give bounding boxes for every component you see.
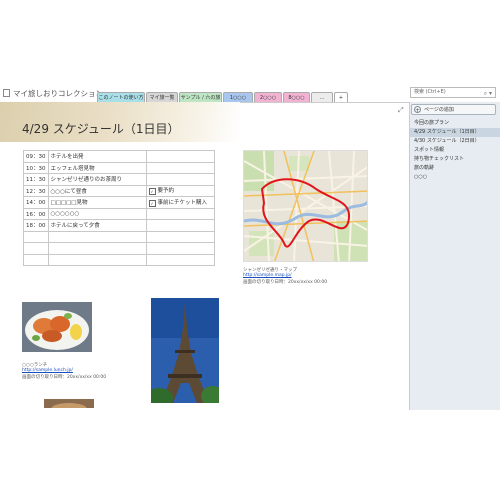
section-tab[interactable]: 2○○○: [254, 92, 282, 102]
schedule-row[interactable]: [23, 230, 215, 243]
notebook-icon: [3, 89, 10, 97]
add-page-label: ページの追加: [424, 107, 454, 113]
schedule-activity[interactable]: シャンゼリゼ通りのお茶周り: [47, 173, 147, 186]
schedule-time[interactable]: 18：00: [23, 219, 49, 232]
search-input[interactable]: 検索 (Ctrl+E) ⌕ ▾: [410, 87, 496, 98]
schedule-activity[interactable]: エッフェル塔見物: [47, 161, 147, 174]
schedule-note[interactable]: [145, 161, 215, 174]
notebook-selector[interactable]: マイ旅しおりコレクション ▾: [3, 88, 109, 99]
schedule-row[interactable]: 14：00 □□□□□見物 ✓ 事前にチケット購入: [23, 196, 215, 209]
page-list-item[interactable]: 4/29 スケジュール（1日目）: [410, 128, 500, 137]
lunch-graphic: [22, 302, 92, 352]
section-tab[interactable]: このノートの使い方: [97, 92, 145, 102]
notebook-title: マイ旅しおりコレクション: [13, 89, 103, 98]
add-page-button[interactable]: + ページの追加: [411, 104, 496, 115]
map-graphic: [244, 151, 367, 261]
eiffel-tower-photo[interactable]: [151, 298, 219, 403]
page-title[interactable]: 4/29 スケジュール（1日目）: [22, 120, 180, 137]
plus-icon: +: [414, 106, 421, 114]
expand-icon[interactable]: ⤢: [398, 106, 404, 115]
schedule-note[interactable]: ✓ 事前にチケット購入: [145, 196, 215, 209]
page-list-item[interactable]: 持ち物チェックリスト: [410, 155, 500, 164]
schedule-row[interactable]: [23, 242, 215, 255]
schedule-time[interactable]: 16：00: [23, 207, 49, 220]
section-tab[interactable]: マイ旅一覧: [146, 92, 178, 102]
schedule-note[interactable]: [145, 230, 215, 243]
schedule-time[interactable]: 11：30: [23, 173, 49, 186]
lunch-link[interactable]: http://sample.lunch.jp/: [22, 368, 73, 373]
lunch-photo[interactable]: [22, 302, 92, 352]
schedule-row[interactable]: 16：00 ○○○○○○: [23, 207, 215, 220]
schedule-time[interactable]: [23, 253, 49, 266]
page-list-item[interactable]: ○○○: [410, 173, 500, 182]
eiffel-tower-graphic: [151, 298, 219, 403]
schedule-note[interactable]: [145, 242, 215, 255]
page-list-item[interactable]: 旅の軌跡: [410, 164, 500, 173]
schedule-time[interactable]: [23, 242, 49, 255]
schedule-table[interactable]: 09：30 ホテルを出発 10：30 エッフェル塔見物 11：30 シャンゼリゼ通りのお茶…: [23, 150, 215, 266]
schedule-note[interactable]: [145, 219, 215, 232]
schedule-activity[interactable]: [47, 242, 147, 255]
schedule-row[interactable]: [23, 253, 215, 266]
section-tab[interactable]: +: [334, 92, 348, 102]
search-icon[interactable]: ⌕ ▾: [484, 89, 492, 98]
schedule-note[interactable]: [145, 150, 215, 163]
schedule-activity[interactable]: [47, 253, 147, 266]
page-list-item[interactable]: 今回の旅プラン: [410, 119, 500, 128]
page-list-item[interactable]: スポット情報: [410, 146, 500, 155]
section-tab[interactable]: ...: [311, 92, 333, 102]
schedule-note[interactable]: [145, 207, 215, 220]
schedule-activity[interactable]: ○○○にて昼食: [47, 184, 147, 197]
schedule-activity[interactable]: ○○○○○○: [47, 207, 147, 220]
second-photo[interactable]: [44, 396, 94, 408]
page-list-item[interactable]: 4/30 スケジュール（2日目）: [410, 137, 500, 146]
note-label: 要予約: [157, 188, 175, 195]
map-image[interactable]: [243, 150, 368, 262]
search-placeholder: 検索 (Ctrl+E): [414, 89, 446, 95]
schedule-activity[interactable]: ホテルを出発: [47, 150, 147, 163]
section-tab[interactable]: 8○○○: [283, 92, 310, 102]
schedule-note[interactable]: [145, 253, 215, 266]
checkbox-checked-icon[interactable]: ✓: [148, 199, 156, 207]
lunch-clip-info: 画面の切り取り日時：20xx/xx/xx 00:00: [22, 375, 107, 380]
schedule-activity[interactable]: [47, 230, 147, 243]
second-photo-graphic: [44, 399, 94, 408]
map-clip-info: 画面の切り取り日時：20xx/xx/xx 00:00: [243, 280, 328, 285]
note-label: 事前にチケット購入: [157, 199, 208, 206]
schedule-time[interactable]: 14：00: [23, 196, 49, 209]
schedule-time[interactable]: 12：30: [23, 184, 49, 197]
checkbox-checked-icon[interactable]: ✓: [148, 188, 156, 196]
schedule-time[interactable]: [23, 230, 49, 243]
schedule-note[interactable]: [145, 173, 215, 186]
schedule-activity[interactable]: ホテルに戻って夕食: [47, 219, 147, 232]
schedule-time[interactable]: 10：30: [23, 161, 49, 174]
schedule-row[interactable]: 10：30 エッフェル塔見物: [23, 161, 215, 174]
section-tab[interactable]: 1○○○: [223, 92, 253, 102]
schedule-row[interactable]: 18：00 ホテルに戻って夕食: [23, 219, 215, 232]
schedule-note[interactable]: ✓ 要予約: [145, 184, 215, 197]
schedule-row[interactable]: 12：30 ○○○にて昼食 ✓ 要予約: [23, 184, 215, 197]
section-tab[interactable]: サンプル / 六の旅: [179, 92, 222, 102]
map-link[interactable]: http://sample.map.jp/: [243, 273, 292, 278]
schedule-row[interactable]: 09：30 ホテルを出発: [23, 150, 215, 163]
schedule-time[interactable]: 09：30: [23, 150, 49, 163]
schedule-row[interactable]: 11：30 シャンゼリゼ通りのお茶周り: [23, 173, 215, 186]
schedule-activity[interactable]: □□□□□見物: [47, 196, 147, 209]
